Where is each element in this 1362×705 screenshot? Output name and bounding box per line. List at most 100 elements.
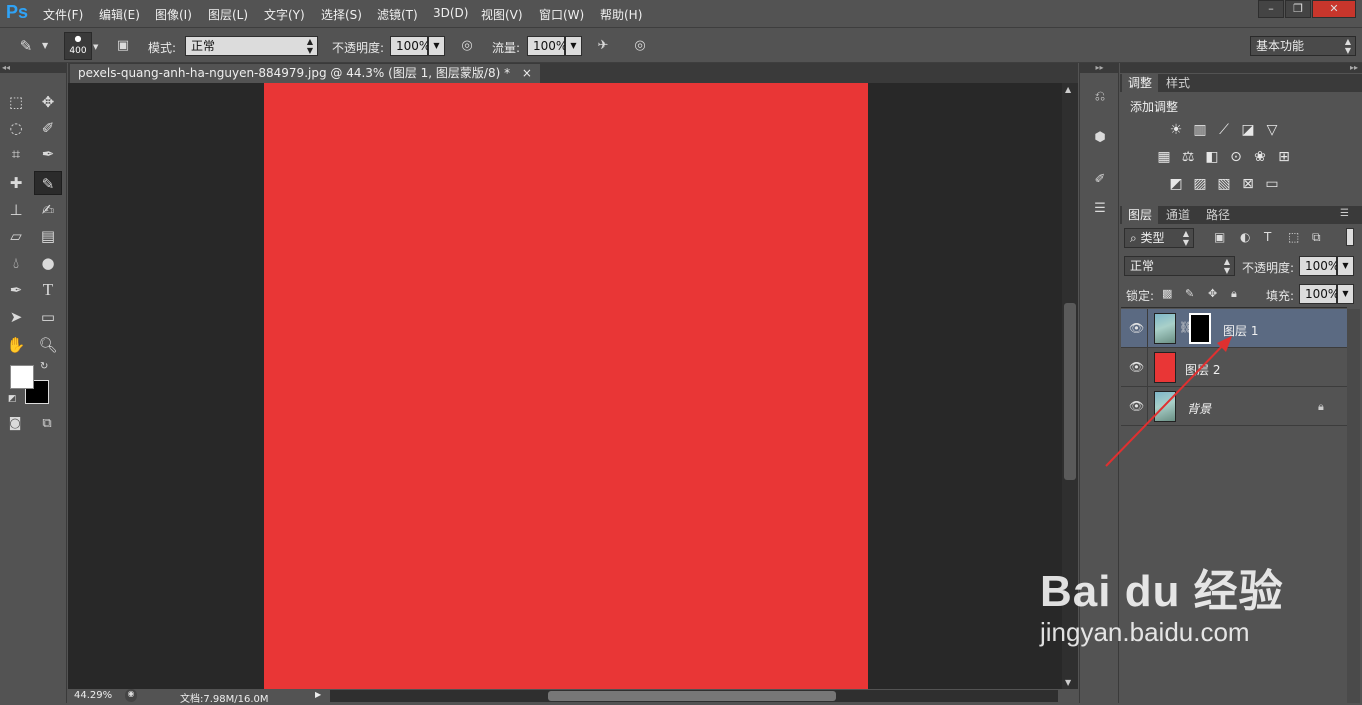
document-tab[interactable]: pexels-quang-anh-ha-nguyen-884979.jpg @ …: [70, 64, 540, 83]
screen-mode-icon[interactable]: ⧉: [35, 412, 59, 436]
path-select-tool-icon[interactable]: ➤: [4, 305, 28, 329]
menu-layer[interactable]: 图层(L): [208, 6, 248, 23]
menu-window[interactable]: 窗口(W): [539, 6, 584, 23]
share-icon[interactable]: ◉: [125, 689, 137, 702]
filter-pixel-icon[interactable]: ▣: [1214, 230, 1225, 244]
expand-icon[interactable]: ▸▸: [1080, 63, 1119, 73]
chevron-down-icon[interactable]: ▼: [42, 41, 48, 50]
history-brush-tool-icon[interactable]: ✍: [36, 198, 60, 222]
lock-pixels-icon[interactable]: ✎: [1185, 287, 1194, 300]
workspace-select[interactable]: 基本功能 ▲ ▼: [1250, 36, 1356, 56]
rectangle-tool-icon[interactable]: ▭: [36, 305, 60, 329]
menu-3d[interactable]: 3D(D): [433, 6, 468, 20]
history-panel-icon[interactable]: ⎌: [1088, 85, 1112, 109]
tab-layers[interactable]: 图层: [1122, 206, 1159, 224]
brightness-icon[interactable]: ☀: [1165, 119, 1187, 141]
flow-input[interactable]: 100%: [527, 36, 567, 56]
pen-tool-icon[interactable]: ✒: [4, 278, 28, 302]
color-balance-icon[interactable]: ⚖: [1177, 146, 1199, 168]
tab-adjustments[interactable]: 调整: [1122, 74, 1159, 92]
foreground-color-swatch[interactable]: [10, 365, 34, 389]
brush-preset-icon[interactable]: ✎: [14, 34, 38, 58]
tab-paths[interactable]: 路径: [1200, 206, 1236, 224]
threshold-icon[interactable]: ▧: [1213, 173, 1235, 195]
filter-toggle-icon[interactable]: [1346, 228, 1354, 246]
airbrush-icon[interactable]: ✈: [591, 34, 615, 58]
lock-position-icon[interactable]: ✥: [1208, 287, 1217, 300]
brush-settings-icon[interactable]: ☰: [1088, 197, 1112, 221]
invert-icon[interactable]: ◩: [1165, 173, 1187, 195]
blend-mode-select[interactable]: 正常 ▲ ▼: [1124, 256, 1235, 276]
fill-input[interactable]: 100%: [1299, 284, 1339, 304]
lock-all-icon[interactable]: 🔒︎: [1231, 287, 1237, 301]
minimize-button[interactable]: –: [1258, 0, 1284, 18]
document-canvas[interactable]: [264, 83, 868, 689]
menu-edit[interactable]: 编辑(E): [99, 6, 140, 23]
eyedropper-tool-icon[interactable]: ✒: [36, 142, 60, 166]
swap-colors-icon[interactable]: ↻: [40, 361, 48, 372]
posterize-icon[interactable]: ▨: [1189, 173, 1211, 195]
hand-tool-icon[interactable]: ✋: [4, 333, 28, 357]
chevron-down-icon[interactable]: ▼: [1337, 256, 1354, 276]
selective-color-icon[interactable]: ⊠: [1237, 173, 1259, 195]
collapse-icon[interactable]: ◂◂: [0, 63, 66, 73]
horizontal-scroll-thumb[interactable]: [548, 691, 836, 701]
filter-type-icon[interactable]: T: [1264, 230, 1271, 244]
menu-help[interactable]: 帮助(H): [600, 6, 642, 23]
tab-channels[interactable]: 通道: [1160, 206, 1196, 224]
marquee-tool-icon[interactable]: ⬚: [4, 90, 28, 114]
gradient-tool-icon[interactable]: ▤: [36, 224, 60, 248]
scroll-down-icon[interactable]: ▼: [1065, 678, 1071, 687]
status-menu-icon[interactable]: ▶: [315, 690, 321, 699]
crop-tool-icon[interactable]: ⌗: [4, 142, 28, 166]
default-colors-icon[interactable]: ◩: [8, 394, 17, 404]
zoom-tool-icon[interactable]: 🔍︎: [36, 333, 60, 357]
zoom-level[interactable]: 44.29%: [74, 690, 112, 701]
menu-view[interactable]: 视图(V): [481, 6, 523, 23]
brush-size-picker[interactable]: ● 400: [64, 32, 92, 60]
lock-transparency-icon[interactable]: ▩: [1162, 287, 1172, 300]
gradient-map-icon[interactable]: ▭: [1261, 173, 1283, 195]
curves-icon[interactable]: ⟋: [1213, 119, 1235, 141]
clone-stamp-tool-icon[interactable]: ⊥: [4, 198, 28, 222]
menu-type[interactable]: 文字(Y): [264, 6, 305, 23]
quick-select-tool-icon[interactable]: ✐: [36, 116, 60, 140]
type-tool-icon[interactable]: T: [36, 278, 60, 302]
vertical-scroll-thumb[interactable]: [1064, 303, 1076, 480]
restore-button[interactable]: ❐: [1285, 0, 1311, 18]
black-white-icon[interactable]: ◧: [1201, 146, 1223, 168]
chevron-down-icon[interactable]: ▼: [1337, 284, 1354, 304]
tab-styles[interactable]: 样式: [1160, 74, 1196, 92]
levels-icon[interactable]: ▥: [1189, 119, 1211, 141]
healing-brush-tool-icon[interactable]: ✚: [4, 171, 28, 195]
layer-opacity-input[interactable]: 100%: [1299, 256, 1339, 276]
menu-select[interactable]: 选择(S): [321, 6, 362, 23]
opacity-input[interactable]: 100%: [390, 36, 430, 56]
eraser-tool-icon[interactable]: ▱: [4, 224, 28, 248]
layer-filter-select[interactable]: ⌕ 类型 ▲ ▼: [1124, 228, 1194, 248]
hue-saturation-icon[interactable]: ▦: [1153, 146, 1175, 168]
pressure-opacity-icon[interactable]: ◎: [455, 34, 479, 58]
brush-presets-icon[interactable]: ✐: [1088, 168, 1112, 192]
chevron-down-icon[interactable]: ▼: [428, 36, 445, 56]
close-tab-icon[interactable]: ×: [522, 66, 532, 80]
channel-mixer-icon[interactable]: ❀: [1249, 146, 1271, 168]
menu-filter[interactable]: 滤镜(T): [377, 6, 418, 23]
chevron-down-icon[interactable]: ▼: [93, 43, 98, 51]
layers-scrollbar[interactable]: [1347, 309, 1360, 703]
menu-image[interactable]: 图像(I): [155, 6, 192, 23]
exposure-icon[interactable]: ◪: [1237, 119, 1259, 141]
lasso-tool-icon[interactable]: ◌: [4, 116, 28, 140]
move-tool-icon[interactable]: ✥: [36, 90, 60, 114]
vibrance-icon[interactable]: ▽: [1261, 119, 1283, 141]
blur-tool-icon[interactable]: 💧︎: [4, 251, 28, 275]
brush-tool-icon[interactable]: ✎: [34, 171, 62, 195]
close-window-button[interactable]: ✕: [1312, 0, 1356, 18]
color-lookup-icon[interactable]: ⊞: [1273, 146, 1295, 168]
collapse-panels-icon[interactable]: ▸▸: [1120, 63, 1362, 73]
mode-select[interactable]: 正常 ▲ ▼: [185, 36, 318, 56]
pressure-size-icon[interactable]: ◎: [628, 34, 652, 58]
photo-filter-icon[interactable]: ⊙: [1225, 146, 1247, 168]
menu-file[interactable]: 文件(F): [43, 6, 83, 23]
chevron-down-icon[interactable]: ▼: [565, 36, 582, 56]
